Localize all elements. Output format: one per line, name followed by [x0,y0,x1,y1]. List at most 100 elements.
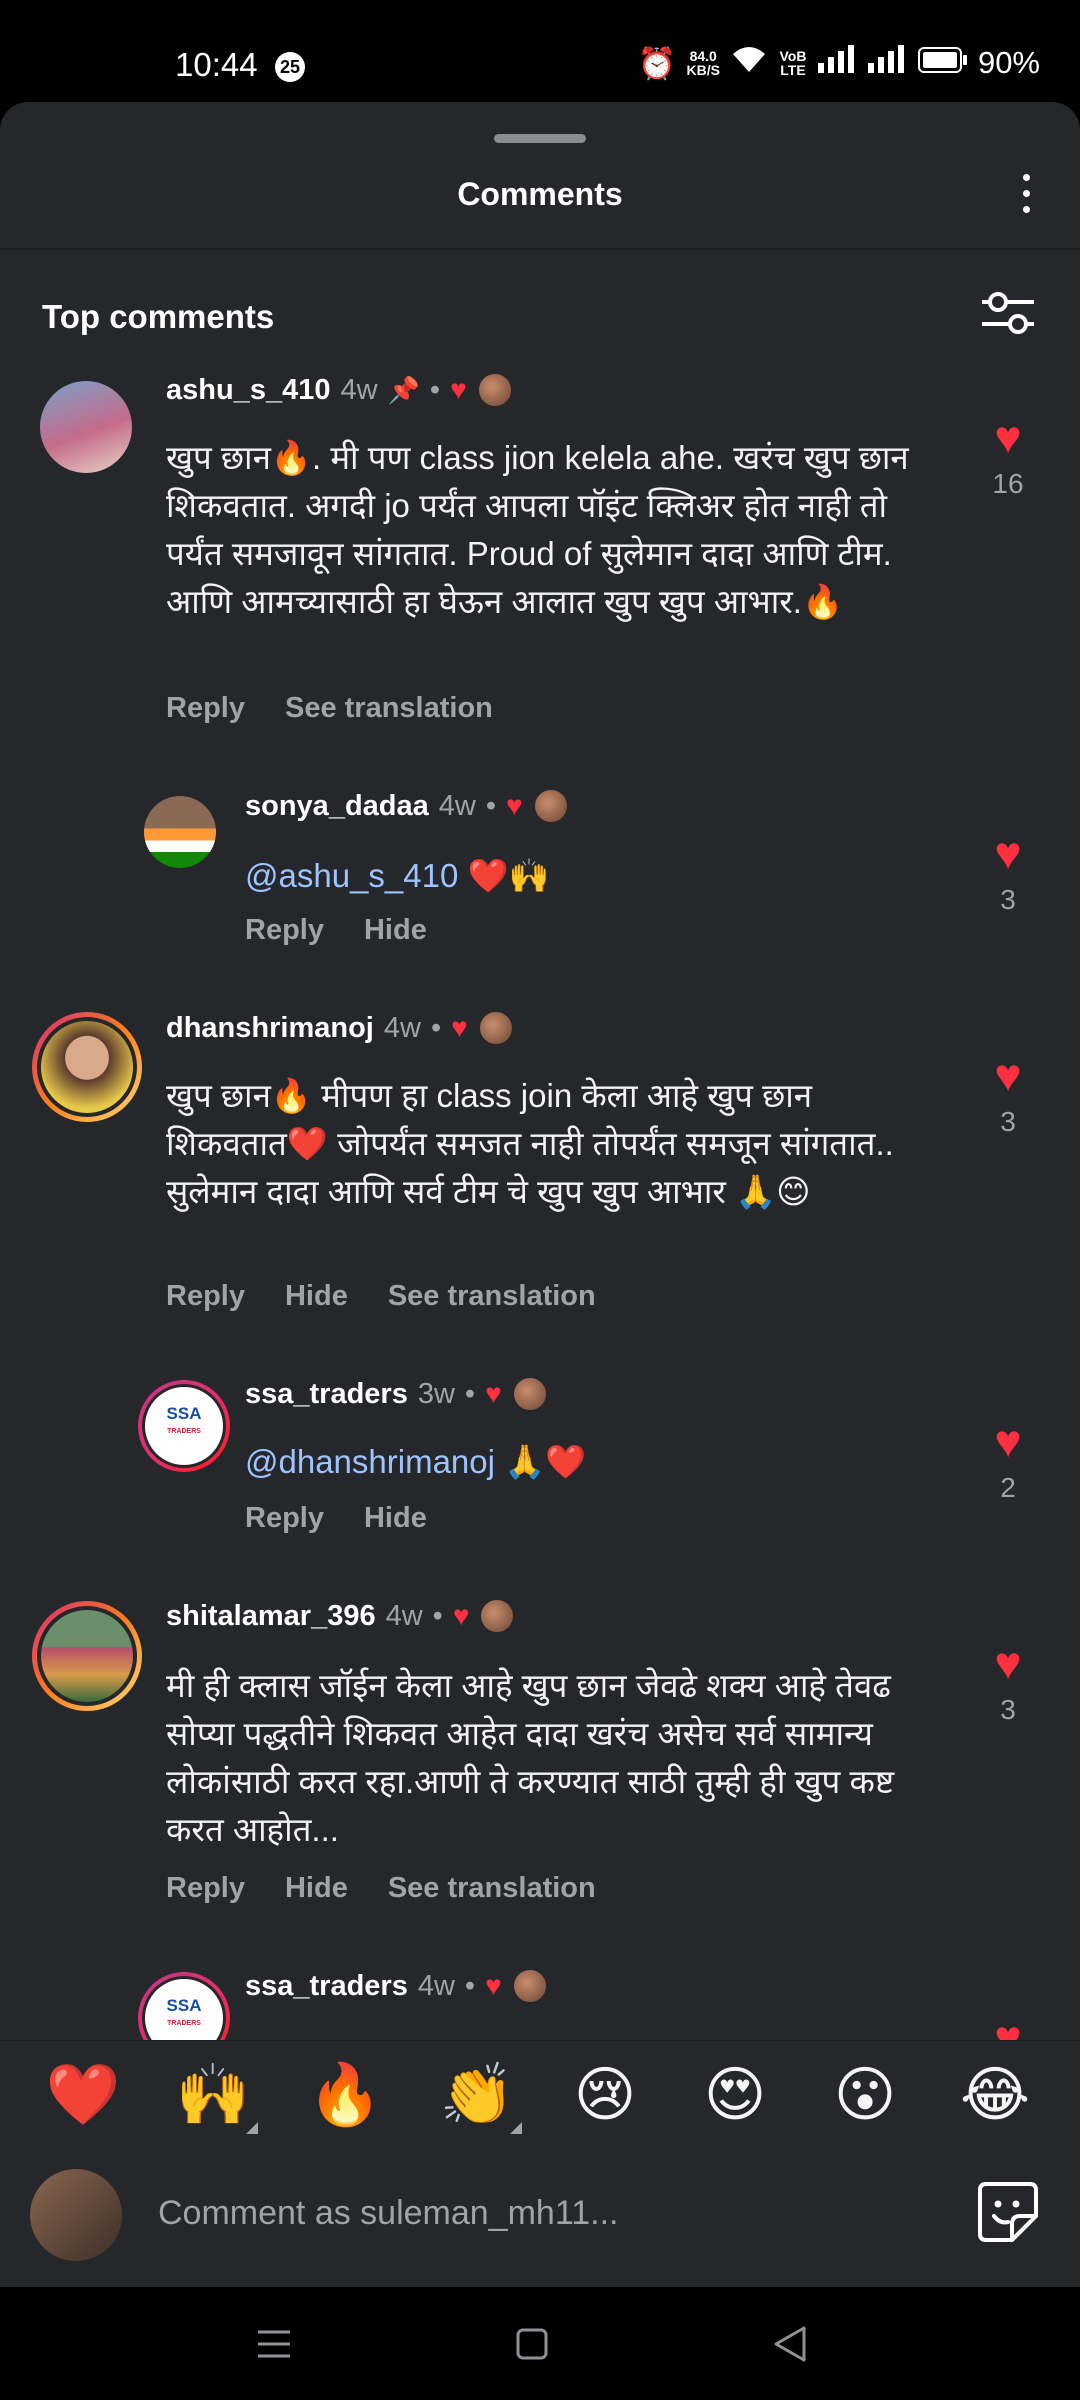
comment-username[interactable]: sonya_dadaa [245,790,429,823]
reply-button[interactable]: Reply [245,1502,324,1535]
reply-button[interactable]: Reply [166,692,245,725]
heart-icon: ♥ [994,411,1022,463]
emoji-crying[interactable]: 😢 [560,2060,650,2130]
more-options-icon[interactable] [1020,174,1032,213]
reply-button[interactable]: Reply [166,1872,245,1905]
avatar[interactable] [40,381,132,473]
emoji-laughing[interactable]: 😂 [950,2060,1040,2130]
emoji-quick-bar [0,2040,1080,2161]
comment-text: मी ही क्लास जॉईन केला आहे खुप छान जेवढे … [166,1667,895,1848]
comment-text: खुप छान🔥. मी पण class jion kelela ahe. ख… [166,439,909,620]
liked-by-author-heart-icon: ♥ [485,1378,502,1409]
like-count: 3 [1000,884,1016,915]
author-avatar-mini [476,372,513,408]
home-icon[interactable] [510,2322,554,2366]
separator-dot: • [464,1377,476,1410]
emoji-heart[interactable]: ❤️ [38,2060,128,2130]
avatar[interactable] [32,1601,142,1711]
battery-level: 90% [977,45,1040,80]
comment-age: 4w [438,789,476,822]
avatar[interactable]: SSA TRADERS [138,1380,230,1472]
like-count: 3 [1000,1694,1016,1725]
author-avatar-mini [532,788,569,824]
sticker-icon[interactable] [976,2180,1040,2244]
sheet-title: Comments [457,176,623,212]
emoji-fire[interactable]: 🔥 [300,2060,390,2130]
menu-icon[interactable] [252,2322,296,2366]
separator-dot: • [429,373,441,406]
separator-dot: • [485,789,496,822]
separator-dot: • [430,1011,442,1044]
avatar[interactable] [144,796,216,868]
liked-by-author-heart-icon: ♥ [485,1970,502,2001]
status-icons: ⏰ 84.0 KB/S VoB LTE 90% [638,44,1040,82]
comments-sheet: Comments Top comments ashu_s_410 4w 📌 • … [0,102,1080,2287]
emoji-clapping[interactable]: 👏 [432,2060,522,2134]
filter-icon[interactable] [980,288,1036,338]
separator-dot: • [464,1969,476,2002]
like-count: 2 [1000,1472,1016,1503]
status-time: 10:44 [175,46,258,83]
mention-link[interactable]: @ashu_s_410 [245,857,458,894]
comment-username[interactable]: shitalamar_396 [166,1600,376,1633]
liked-by-author-heart-icon: ♥ [452,1600,470,1631]
emoji-surprised[interactable]: 😮 [820,2060,910,2130]
see-translation-button[interactable]: See translation [388,1280,596,1313]
like-button[interactable]: ♥ 2 [978,1418,1038,1504]
liked-by-author-heart-icon: ♥ [451,1012,468,1043]
drag-handle[interactable] [494,134,586,143]
comment-age: 4w [383,1011,421,1044]
comment-username[interactable]: ashu_s_410 [166,374,330,407]
status-bar: 10:44 25 ⏰ 84.0 KB/S VoB LTE 90% [0,0,1080,100]
emoji-raised-hands[interactable]: 🙌 [168,2060,258,2134]
divider [0,248,1080,250]
signal-icon-2 [867,45,908,81]
like-button[interactable]: ♥ 3 [978,1640,1038,1726]
reply-button[interactable]: Reply [245,914,324,947]
see-translation-button[interactable]: See translation [388,1872,596,1905]
author-avatar-mini [511,1968,548,2004]
mention-link[interactable]: @dhanshrimanoj [245,1443,495,1480]
like-button[interactable]: ♥ 3 [978,1052,1038,1138]
reply-button[interactable]: Reply [166,1280,245,1313]
comment-age: 3w [417,1377,455,1410]
like-button[interactable]: ♥ 16 [978,414,1038,500]
volte-indicator: VoB LTE [779,48,807,78]
comment-input[interactable]: Comment as suleman_mh11... [158,2194,618,2233]
hide-button[interactable]: Hide [364,914,427,947]
hide-button[interactable]: Hide [285,1280,348,1313]
heart-icon: ♥ [994,1049,1022,1101]
hide-button[interactable]: Hide [285,1872,348,1905]
system-nav-bar [0,2287,1080,2400]
comment-age: 4w [340,373,378,406]
network-speed: 84.0 KB/S [686,48,720,78]
comment-username[interactable]: dhanshrimanoj [166,1012,374,1045]
heart-icon: ♥ [994,1415,1022,1467]
back-icon[interactable] [768,2322,812,2366]
skin-tone-indicator [510,2122,522,2134]
like-count: 16 [992,468,1024,499]
wifi-icon [730,44,768,82]
comment-username[interactable]: ssa_traders [245,1970,408,2003]
heart-icon: ♥ [994,1637,1022,1689]
hide-button[interactable]: Hide [364,1502,427,1535]
comment-age: 4w [417,1969,455,2002]
comment-age: 4w [385,1599,423,1632]
author-avatar-mini [479,1598,516,1634]
author-avatar-mini [511,1376,548,1412]
current-user-avatar [30,2169,122,2261]
comment-username[interactable]: ssa_traders [245,1378,408,1411]
like-button[interactable]: ♥ 3 [978,830,1038,916]
author-avatar-mini [477,1010,514,1046]
skin-tone-indicator [246,2122,258,2134]
avatar[interactable] [32,1012,142,1122]
emoji-heart-eyes[interactable]: 😍 [690,2060,780,2130]
comment-text: @ashu_s_410 ❤️🙌 [245,857,550,894]
notification-badge: 25 [275,52,305,82]
see-translation-button[interactable]: See translation [285,692,493,725]
separator-dot: • [432,1599,443,1632]
signal-icon [817,45,858,81]
comment-text: @dhanshrimanoj 🙏❤️ [245,1443,587,1480]
sort-label: Top comments [42,298,275,335]
like-count: 3 [1000,1106,1016,1137]
